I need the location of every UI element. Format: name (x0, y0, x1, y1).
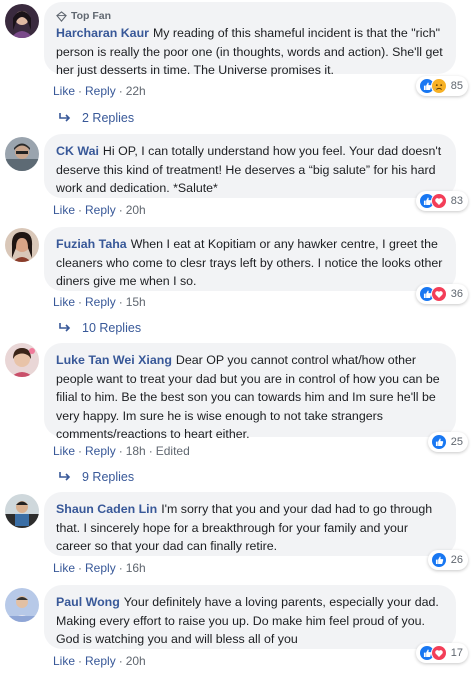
reply-button[interactable]: Reply (85, 654, 116, 668)
reaction-summary[interactable]: 83 (415, 191, 468, 211)
comment-author[interactable]: Fuziah Taha (56, 237, 127, 251)
reaction-summary[interactable]: 85 (415, 76, 468, 96)
like-button[interactable]: Like (53, 561, 75, 575)
timestamp[interactable]: 18h (126, 444, 146, 458)
separator: · (118, 295, 123, 309)
separator: · (78, 561, 83, 575)
timestamp[interactable]: 15h (126, 295, 146, 309)
reply-arrow-icon (59, 323, 71, 332)
timestamp[interactable]: 16h (126, 561, 146, 575)
avatar[interactable] (5, 494, 39, 528)
reaction-summary[interactable]: 25 (427, 432, 468, 452)
separator: · (118, 203, 123, 217)
diamond-icon (56, 10, 67, 22)
reaction-count: 25 (450, 436, 463, 448)
reply-arrow-icon (59, 113, 71, 122)
comment-author[interactable]: CK Wai (56, 144, 99, 158)
comment-author[interactable]: Harcharan Kaur (56, 26, 149, 40)
comment-bubble: CK Wai Hi OP, I can totally understand ho… (44, 134, 456, 198)
top-fan-badge: Top Fan (56, 10, 444, 22)
separator: · (78, 84, 83, 98)
avatar[interactable] (5, 137, 39, 171)
replies-count[interactable]: 2 Replies (82, 111, 134, 125)
replies-count[interactable]: 9 Replies (82, 470, 134, 484)
separator: · (78, 295, 83, 309)
timestamp[interactable]: 22h (126, 84, 146, 98)
reaction-count: 83 (450, 195, 463, 207)
separator: · (78, 444, 83, 458)
comment-bubble: Shaun Caden Lin I'm sorry that you and yo… (44, 492, 456, 556)
love-icon (430, 286, 447, 302)
reply-button[interactable]: Reply (85, 203, 116, 217)
reply-button[interactable]: Reply (85, 561, 116, 575)
comment-thread: Top Fan Harcharan Kaur My reading of this… (0, 0, 474, 679)
comment-author[interactable]: Luke Tan Wei Xiang (56, 353, 172, 367)
comment-actions: Like · Reply · 20h (53, 654, 146, 668)
like-button[interactable]: Like (53, 84, 75, 98)
comment-author[interactable]: Shaun Caden Lin (56, 502, 157, 516)
comment-actions: Like · Reply · 16h (53, 561, 146, 575)
reaction-count: 85 (450, 80, 463, 92)
reaction-summary[interactable]: 26 (427, 550, 468, 570)
separator: · (118, 654, 123, 668)
comment-actions: Like · Reply · 22h (53, 84, 146, 98)
top-fan-label: Top Fan (71, 10, 112, 22)
reply-button[interactable]: Reply (85, 84, 116, 98)
view-replies-link[interactable]: 9 Replies (58, 470, 134, 484)
reply-button[interactable]: Reply (85, 444, 116, 458)
comment-bubble: Paul Wong Your definitely have a loving p… (44, 585, 456, 649)
separator: · (118, 84, 123, 98)
avatar[interactable] (5, 588, 39, 622)
reaction-count: 17 (450, 647, 463, 659)
like-button[interactable]: Like (53, 444, 75, 458)
comment-bubble: Top Fan Harcharan Kaur My reading of this… (44, 2, 456, 77)
separator: · (148, 444, 153, 458)
comment-actions: Like · Reply · 15h (53, 295, 146, 309)
like-button[interactable]: Like (53, 203, 75, 217)
reaction-summary[interactable]: 36 (415, 284, 468, 304)
timestamp[interactable]: 20h (126, 654, 146, 668)
love-icon (430, 193, 447, 209)
comment-actions: Like · Reply · 18h · Edited (53, 444, 190, 458)
comment-text: Hi OP, I can totally understand how you … (56, 144, 442, 195)
like-button[interactable]: Like (53, 654, 75, 668)
replies-count[interactable]: 10 Replies (82, 321, 141, 335)
view-replies-link[interactable]: 2 Replies (58, 111, 134, 125)
separator: · (78, 203, 83, 217)
avatar[interactable] (5, 228, 39, 262)
avatar[interactable] (5, 4, 39, 38)
view-replies-link[interactable]: 10 Replies (58, 321, 141, 335)
like-button[interactable]: Like (53, 295, 75, 309)
like-icon (430, 552, 447, 568)
separator: · (118, 444, 123, 458)
comment-author[interactable]: Paul Wong (56, 595, 120, 609)
reaction-count: 36 (450, 288, 463, 300)
reaction-summary[interactable]: 17 (415, 643, 468, 663)
love-icon (430, 645, 447, 661)
avatar[interactable] (5, 343, 39, 377)
like-icon (430, 434, 447, 450)
comment-bubble: Fuziah Taha When I eat at Kopitiam or any… (44, 227, 456, 291)
separator: · (118, 561, 123, 575)
timestamp[interactable]: 20h (126, 203, 146, 217)
reaction-count: 26 (450, 554, 463, 566)
edited-label[interactable]: Edited (156, 444, 190, 458)
reply-button[interactable]: Reply (85, 295, 116, 309)
separator: · (78, 654, 83, 668)
comment-bubble: Luke Tan Wei Xiang Dear OP you cannot con… (44, 343, 456, 441)
comment-actions: Like · Reply · 20h (53, 203, 146, 217)
sad-icon (430, 78, 447, 94)
reply-arrow-icon (59, 472, 71, 481)
